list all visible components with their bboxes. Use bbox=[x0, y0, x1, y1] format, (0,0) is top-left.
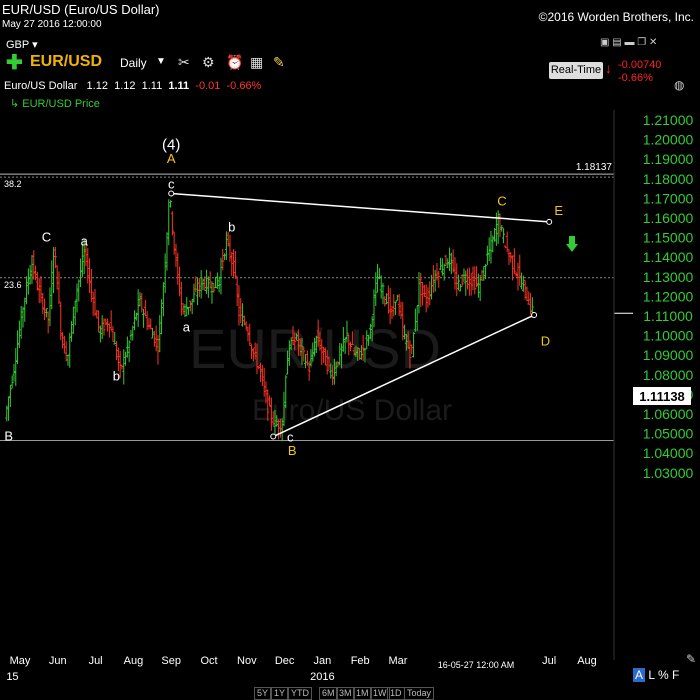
y-tick-label: 1.17000 bbox=[643, 190, 694, 206]
scale-auto[interactable]: A bbox=[633, 668, 646, 682]
x-tick-label: Oct bbox=[200, 655, 217, 667]
wave-label: A bbox=[167, 151, 176, 166]
y-tick-label: 1.14000 bbox=[643, 249, 694, 265]
wave-label: D bbox=[541, 333, 550, 348]
y-tick-label: 1.19000 bbox=[643, 151, 694, 167]
end-date-label: 16-05-27 12:00 AM bbox=[438, 660, 515, 670]
trendline-anchor bbox=[546, 218, 553, 225]
range-button[interactable]: YTD bbox=[288, 687, 312, 700]
trendline-anchor bbox=[168, 190, 175, 197]
resistance-value-label: 1.18137 bbox=[576, 162, 613, 173]
trendline bbox=[171, 192, 550, 223]
x-tick-label: Jul bbox=[542, 655, 556, 667]
fib-level-label: 23.6 bbox=[4, 280, 22, 290]
x-tick-label: Mar bbox=[389, 655, 408, 667]
x-tick-label: May bbox=[10, 655, 31, 667]
x-tick-label: Jul bbox=[89, 655, 103, 667]
y-tick-label: 1.15000 bbox=[643, 230, 694, 246]
x-tick-label: Nov bbox=[237, 655, 257, 667]
y-tick-label: 1.10000 bbox=[643, 328, 694, 344]
x-tick-label: Jan bbox=[314, 655, 332, 667]
wave-label: C bbox=[497, 193, 506, 208]
draw-icon[interactable]: ✎ bbox=[686, 652, 696, 666]
x-tick-label: Feb bbox=[351, 655, 370, 667]
y-tick-label: 1.18000 bbox=[643, 171, 694, 187]
y-tick-label: 1.09000 bbox=[643, 347, 694, 363]
trendline-anchor bbox=[531, 312, 538, 319]
y-tick-label: 1.11000 bbox=[643, 308, 693, 324]
range-button[interactable]: 1D bbox=[387, 687, 405, 700]
x-tick-label: Dec bbox=[275, 655, 295, 667]
x-year-label: 2016 bbox=[310, 671, 334, 683]
wave-label: a bbox=[183, 320, 191, 335]
y-tick-label: 1.06000 bbox=[643, 406, 694, 422]
range-button[interactable]: 3M bbox=[336, 687, 355, 700]
x-tick-label: Aug bbox=[577, 655, 597, 667]
x-tick-label: Jun bbox=[49, 655, 67, 667]
y-tick-label: 1.05000 bbox=[643, 426, 694, 442]
last-price-label: 1.11138 bbox=[639, 389, 685, 404]
x-year-label: 15 bbox=[6, 671, 18, 683]
fib-level-label: 38.2 bbox=[4, 179, 22, 189]
down-arrow-stem bbox=[569, 236, 575, 245]
wave-label: C bbox=[42, 230, 51, 245]
y-tick-label: 1.21000 bbox=[643, 112, 694, 128]
wave-label: b bbox=[228, 220, 235, 235]
wave-label: a bbox=[81, 233, 89, 248]
trendline-anchor bbox=[270, 433, 277, 440]
range-button[interactable]: 1Y bbox=[271, 687, 289, 700]
wave-label: B bbox=[4, 428, 13, 443]
price-chart[interactable]: EUR/USD Euro/US Dollar 1.1813738.223.6 (… bbox=[0, 0, 700, 700]
y-tick-label: 1.13000 bbox=[643, 269, 694, 285]
y-tick-label: 1.20000 bbox=[643, 132, 694, 148]
wave-label: c bbox=[168, 177, 175, 192]
y-tick-label: 1.03000 bbox=[643, 465, 694, 481]
range-button[interactable]: 1M bbox=[353, 687, 372, 700]
range-button[interactable]: 5Y bbox=[254, 687, 272, 700]
y-tick-label: 1.04000 bbox=[643, 445, 694, 461]
x-tick-label: Sep bbox=[161, 655, 181, 667]
scale-options[interactable]: A L % F bbox=[633, 668, 679, 682]
wave-label: E bbox=[554, 203, 563, 218]
range-button[interactable]: 6M bbox=[319, 687, 338, 700]
down-arrow-icon bbox=[566, 244, 578, 252]
scale-fit[interactable]: F bbox=[672, 668, 679, 682]
y-tick-label: 1.12000 bbox=[643, 288, 694, 304]
wave-label: b bbox=[113, 369, 120, 384]
scale-percent[interactable]: % bbox=[658, 668, 669, 682]
x-tick-label: Aug bbox=[124, 655, 144, 667]
y-tick-label: 1.08000 bbox=[643, 367, 694, 383]
scale-log[interactable]: L bbox=[648, 668, 654, 682]
wave-label: B bbox=[288, 443, 297, 458]
globe-icon[interactable]: ◍ bbox=[674, 78, 684, 92]
range-button[interactable]: Today bbox=[404, 687, 435, 700]
y-tick-label: 1.16000 bbox=[643, 210, 694, 226]
